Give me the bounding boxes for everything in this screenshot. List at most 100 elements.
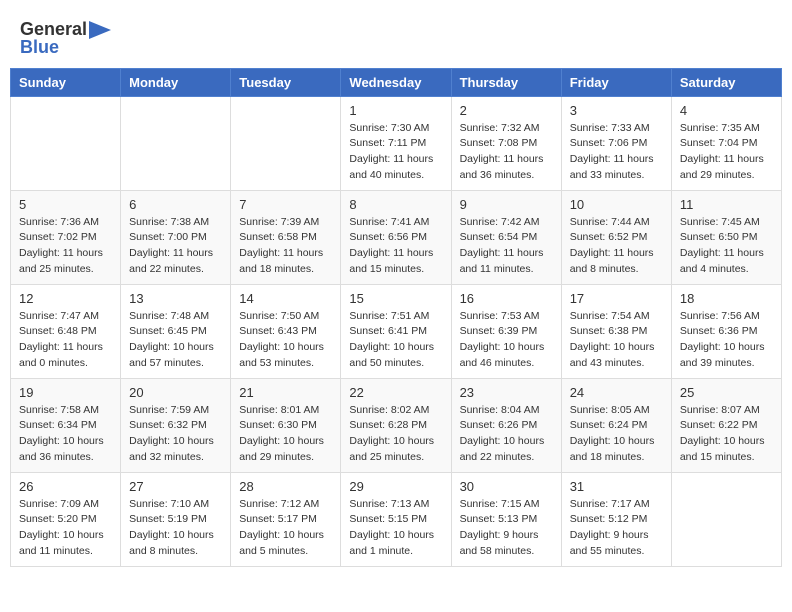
- day-number: 8: [349, 197, 442, 212]
- day-info: Sunrise: 7:39 AM Sunset: 6:58 PM Dayligh…: [239, 215, 332, 278]
- day-number: 10: [570, 197, 663, 212]
- calendar-cell: 23Sunrise: 8:04 AM Sunset: 6:26 PM Dayli…: [451, 378, 561, 472]
- day-number: 25: [680, 385, 773, 400]
- weekday-header-thursday: Thursday: [451, 68, 561, 96]
- day-info: Sunrise: 7:53 AM Sunset: 6:39 PM Dayligh…: [460, 309, 553, 372]
- calendar-cell: 2 Sunrise: 7:32 AM Sunset: 7:08 PM Daylig…: [451, 96, 561, 190]
- day-info: Sunrise: 7:51 AM Sunset: 6:41 PM Dayligh…: [349, 309, 442, 372]
- day-number: 22: [349, 385, 442, 400]
- week-row-3: 12 Sunrise: 7:47 AM Sunset: 6:48 PM Dayli…: [11, 284, 782, 378]
- calendar-cell: 9 Sunrise: 7:42 AM Sunset: 6:54 PM Daylig…: [451, 190, 561, 284]
- week-row-2: 5 Sunrise: 7:36 AM Sunset: 7:02 PM Daylig…: [11, 190, 782, 284]
- day-info: Sunrise: 7:56 AM Sunset: 6:36 PM Dayligh…: [680, 309, 773, 372]
- calendar-cell: 14 Sunrise: 7:50 AM Sunset: 6:43 PM Dayli…: [231, 284, 341, 378]
- calendar-cell: 7 Sunrise: 7:39 AM Sunset: 6:58 PM Daylig…: [231, 190, 341, 284]
- day-info: Sunrise: 7:33 AM Sunset: 7:06 PM Dayligh…: [570, 121, 663, 184]
- day-number: 20: [129, 385, 222, 400]
- day-number: 1: [349, 103, 442, 118]
- day-info: Sunrise: 7:09 AM Sunset: 5:20 PM Dayligh…: [19, 497, 112, 560]
- calendar-cell: [231, 96, 341, 190]
- day-info: Sunrise: 7:41 AM Sunset: 6:56 PM Dayligh…: [349, 215, 442, 278]
- day-info: Sunrise: 7:12 AM Sunset: 5:17 PM Dayligh…: [239, 497, 332, 560]
- day-number: 18: [680, 291, 773, 306]
- day-info: Sunrise: 8:04 AM Sunset: 6:26 PM Dayligh…: [460, 403, 553, 466]
- day-number: 6: [129, 197, 222, 212]
- calendar-cell: 15Sunrise: 7:51 AM Sunset: 6:41 PM Dayli…: [341, 284, 451, 378]
- logo-arrow-icon: [89, 21, 111, 39]
- day-number: 19: [19, 385, 112, 400]
- calendar-cell: 13 Sunrise: 7:48 AM Sunset: 6:45 PM Dayli…: [121, 284, 231, 378]
- calendar-cell: 26 Sunrise: 7:09 AM Sunset: 5:20 PM Dayli…: [11, 472, 121, 566]
- logo-container: General Blue: [20, 20, 111, 58]
- day-number: 29: [349, 479, 442, 494]
- calendar-cell: 25Sunrise: 8:07 AM Sunset: 6:22 PM Dayli…: [671, 378, 781, 472]
- day-info: Sunrise: 7:32 AM Sunset: 7:08 PM Dayligh…: [460, 121, 553, 184]
- day-number: 3: [570, 103, 663, 118]
- weekday-header-friday: Friday: [561, 68, 671, 96]
- calendar-cell: 21 Sunrise: 8:01 AM Sunset: 6:30 PM Dayli…: [231, 378, 341, 472]
- day-info: Sunrise: 7:36 AM Sunset: 7:02 PM Dayligh…: [19, 215, 112, 278]
- calendar-cell: 24Sunrise: 8:05 AM Sunset: 6:24 PM Dayli…: [561, 378, 671, 472]
- day-number: 24: [570, 385, 663, 400]
- day-number: 4: [680, 103, 773, 118]
- calendar-cell: 30 Sunrise: 7:15 AM Sunset: 5:13 PM Dayli…: [451, 472, 561, 566]
- weekday-header-wednesday: Wednesday: [341, 68, 451, 96]
- day-number: 2: [460, 103, 553, 118]
- day-number: 13: [129, 291, 222, 306]
- calendar-cell: [671, 472, 781, 566]
- day-number: 14: [239, 291, 332, 306]
- weekday-header-sunday: Sunday: [11, 68, 121, 96]
- calendar-cell: 16Sunrise: 7:53 AM Sunset: 6:39 PM Dayli…: [451, 284, 561, 378]
- day-number: 31: [570, 479, 663, 494]
- calendar-cell: [121, 96, 231, 190]
- calendar-cell: 22Sunrise: 8:02 AM Sunset: 6:28 PM Dayli…: [341, 378, 451, 472]
- calendar-cell: 29 Sunrise: 7:13 AM Sunset: 5:15 PM Dayli…: [341, 472, 451, 566]
- calendar-cell: [11, 96, 121, 190]
- day-number: 5: [19, 197, 112, 212]
- day-info: Sunrise: 7:48 AM Sunset: 6:45 PM Dayligh…: [129, 309, 222, 372]
- calendar-cell: 11 Sunrise: 7:45 AM Sunset: 6:50 PM Dayli…: [671, 190, 781, 284]
- calendar-cell: 20Sunrise: 7:59 AM Sunset: 6:32 PM Dayli…: [121, 378, 231, 472]
- calendar-cell: 27Sunrise: 7:10 AM Sunset: 5:19 PM Dayli…: [121, 472, 231, 566]
- calendar-cell: 12 Sunrise: 7:47 AM Sunset: 6:48 PM Dayli…: [11, 284, 121, 378]
- day-info: Sunrise: 7:42 AM Sunset: 6:54 PM Dayligh…: [460, 215, 553, 278]
- week-row-4: 19 Sunrise: 7:58 AM Sunset: 6:34 PM Dayli…: [11, 378, 782, 472]
- day-info: Sunrise: 7:38 AM Sunset: 7:00 PM Dayligh…: [129, 215, 222, 278]
- calendar-cell: 1 Sunrise: 7:30 AM Sunset: 7:11 PM Daylig…: [341, 96, 451, 190]
- calendar-cell: 28 Sunrise: 7:12 AM Sunset: 5:17 PM Dayli…: [231, 472, 341, 566]
- day-info: Sunrise: 7:13 AM Sunset: 5:15 PM Dayligh…: [349, 497, 442, 560]
- day-number: 28: [239, 479, 332, 494]
- header: General Blue: [10, 10, 782, 63]
- day-info: Sunrise: 7:45 AM Sunset: 6:50 PM Dayligh…: [680, 215, 773, 278]
- calendar-cell: 6 Sunrise: 7:38 AM Sunset: 7:00 PM Daylig…: [121, 190, 231, 284]
- weekday-header-monday: Monday: [121, 68, 231, 96]
- day-info: Sunrise: 7:58 AM Sunset: 6:34 PM Dayligh…: [19, 403, 112, 466]
- day-info: Sunrise: 7:50 AM Sunset: 6:43 PM Dayligh…: [239, 309, 332, 372]
- calendar-cell: 18 Sunrise: 7:56 AM Sunset: 6:36 PM Dayli…: [671, 284, 781, 378]
- day-info: Sunrise: 7:47 AM Sunset: 6:48 PM Dayligh…: [19, 309, 112, 372]
- day-info: Sunrise: 7:54 AM Sunset: 6:38 PM Dayligh…: [570, 309, 663, 372]
- day-number: 30: [460, 479, 553, 494]
- weekday-header-row: SundayMondayTuesdayWednesdayThursdayFrid…: [11, 68, 782, 96]
- logo: General Blue: [20, 20, 111, 58]
- calendar-cell: 5 Sunrise: 7:36 AM Sunset: 7:02 PM Daylig…: [11, 190, 121, 284]
- day-info: Sunrise: 8:01 AM Sunset: 6:30 PM Dayligh…: [239, 403, 332, 466]
- calendar-cell: 17 Sunrise: 7:54 AM Sunset: 6:38 PM Dayli…: [561, 284, 671, 378]
- day-info: Sunrise: 7:44 AM Sunset: 6:52 PM Dayligh…: [570, 215, 663, 278]
- day-number: 27: [129, 479, 222, 494]
- calendar-cell: 31Sunrise: 7:17 AM Sunset: 5:12 PM Dayli…: [561, 472, 671, 566]
- day-info: Sunrise: 7:15 AM Sunset: 5:13 PM Dayligh…: [460, 497, 553, 560]
- day-number: 17: [570, 291, 663, 306]
- logo-blue-text: Blue: [20, 38, 111, 58]
- day-number: 12: [19, 291, 112, 306]
- day-number: 11: [680, 197, 773, 212]
- day-info: Sunrise: 7:30 AM Sunset: 7:11 PM Dayligh…: [349, 121, 442, 184]
- day-number: 21: [239, 385, 332, 400]
- day-number: 9: [460, 197, 553, 212]
- calendar-table: SundayMondayTuesdayWednesdayThursdayFrid…: [10, 68, 782, 567]
- week-row-1: 1 Sunrise: 7:30 AM Sunset: 7:11 PM Daylig…: [11, 96, 782, 190]
- calendar-cell: 19 Sunrise: 7:58 AM Sunset: 6:34 PM Dayli…: [11, 378, 121, 472]
- day-number: 7: [239, 197, 332, 212]
- day-number: 26: [19, 479, 112, 494]
- day-info: Sunrise: 7:35 AM Sunset: 7:04 PM Dayligh…: [680, 121, 773, 184]
